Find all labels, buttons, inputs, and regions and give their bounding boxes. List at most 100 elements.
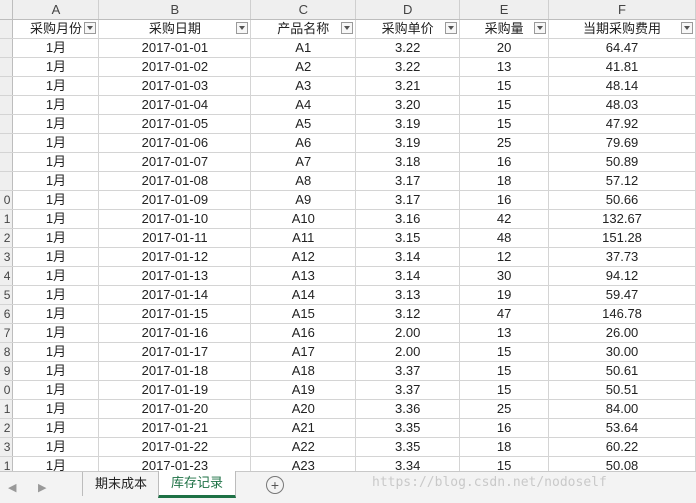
table-cell[interactable]: 1月 (12, 285, 100, 305)
row-number[interactable]: 3 (0, 247, 14, 267)
table-cell[interactable]: 3.14 (355, 266, 461, 286)
table-cell[interactable]: 1月 (12, 38, 100, 58)
table-cell[interactable]: A13 (250, 266, 357, 286)
row-number[interactable] (0, 133, 14, 153)
filter-dropdown-icon[interactable] (445, 22, 458, 34)
table-cell[interactable]: 1月 (12, 456, 100, 471)
table-cell[interactable]: 2017-01-12 (98, 247, 252, 267)
row-number[interactable]: 1 (0, 456, 14, 471)
table-cell[interactable]: 3.19 (355, 133, 461, 153)
table-cell[interactable]: 20 (459, 38, 550, 58)
filter-dropdown-icon[interactable] (681, 22, 693, 34)
table-cell[interactable]: 2017-01-01 (98, 38, 252, 58)
table-cell[interactable]: 15 (459, 114, 550, 134)
row-number[interactable]: 2 (0, 228, 14, 248)
table-cell[interactable]: 59.47 (548, 285, 696, 305)
table-cell[interactable]: 2017-01-07 (98, 152, 252, 172)
table-cell[interactable]: 3.12 (355, 304, 461, 324)
field-header-cell[interactable]: 采购月份 (12, 19, 100, 39)
table-cell[interactable]: A14 (250, 285, 357, 305)
table-cell[interactable]: A17 (250, 342, 357, 362)
table-cell[interactable]: 13 (459, 323, 550, 343)
table-cell[interactable]: 2017-01-08 (98, 171, 252, 191)
table-cell[interactable]: A4 (250, 95, 357, 115)
table-cell[interactable]: 1月 (12, 190, 100, 210)
table-cell[interactable]: 1月 (12, 133, 100, 153)
table-cell[interactable]: 2017-01-13 (98, 266, 252, 286)
table-cell[interactable]: 15 (459, 456, 550, 471)
table-cell[interactable]: 3.34 (355, 456, 461, 471)
table-cell[interactable]: 3.37 (355, 361, 461, 381)
table-cell[interactable]: 15 (459, 342, 550, 362)
field-header-cell[interactable]: 采购日期 (98, 19, 252, 39)
table-cell[interactable]: 25 (459, 133, 550, 153)
row-number[interactable] (0, 38, 14, 58)
table-cell[interactable]: 2017-01-09 (98, 190, 252, 210)
table-cell[interactable]: 3.35 (355, 418, 461, 438)
add-sheet-button[interactable]: + (266, 476, 284, 494)
table-cell[interactable]: A8 (250, 171, 357, 191)
field-header-cell[interactable]: 产品名称 (250, 19, 357, 39)
table-cell[interactable]: A20 (250, 399, 357, 419)
table-cell[interactable]: 1月 (12, 209, 100, 229)
table-cell[interactable]: 3.17 (355, 190, 461, 210)
table-cell[interactable]: 30.00 (548, 342, 696, 362)
table-cell[interactable]: 3.20 (355, 95, 461, 115)
table-cell[interactable]: 1月 (12, 304, 100, 324)
row-number[interactable]: 4 (0, 266, 14, 286)
column-header-d[interactable]: D (355, 0, 461, 20)
table-cell[interactable]: 26.00 (548, 323, 696, 343)
table-cell[interactable]: 48 (459, 228, 550, 248)
table-cell[interactable]: 79.69 (548, 133, 696, 153)
table-cell[interactable]: 2017-01-16 (98, 323, 252, 343)
table-cell[interactable]: 1月 (12, 323, 100, 343)
table-cell[interactable]: 15 (459, 76, 550, 96)
column-header-c[interactable]: C (250, 0, 357, 20)
table-cell[interactable]: 47.92 (548, 114, 696, 134)
row-number[interactable]: 1 (0, 209, 14, 229)
table-cell[interactable]: 3.36 (355, 399, 461, 419)
row-number[interactable]: 0 (0, 380, 14, 400)
table-cell[interactable]: 2017-01-22 (98, 437, 252, 457)
table-cell[interactable]: 1月 (12, 418, 100, 438)
table-cell[interactable]: 15 (459, 361, 550, 381)
table-cell[interactable]: 1月 (12, 57, 100, 77)
table-cell[interactable]: 2017-01-02 (98, 57, 252, 77)
table-cell[interactable]: 64.47 (548, 38, 696, 58)
field-header-cell[interactable]: 采购量 (459, 19, 550, 39)
table-cell[interactable]: 15 (459, 380, 550, 400)
table-cell[interactable]: 3.15 (355, 228, 461, 248)
table-cell[interactable]: 2.00 (355, 323, 461, 343)
table-cell[interactable]: A5 (250, 114, 357, 134)
table-cell[interactable]: 3.22 (355, 57, 461, 77)
column-header-e[interactable]: E (459, 0, 550, 20)
filter-dropdown-icon[interactable] (84, 22, 97, 34)
column-header-a[interactable]: A (12, 0, 100, 20)
column-header-f[interactable]: F (548, 0, 696, 20)
table-cell[interactable]: 50.89 (548, 152, 696, 172)
row-number[interactable]: 2 (0, 418, 14, 438)
tab-inventory-records[interactable]: 库存记录 (158, 471, 237, 498)
table-cell[interactable]: 1月 (12, 95, 100, 115)
table-cell[interactable]: A9 (250, 190, 357, 210)
table-cell[interactable]: 1月 (12, 114, 100, 134)
row-number[interactable]: 7 (0, 323, 14, 343)
table-cell[interactable]: 84.00 (548, 399, 696, 419)
table-cell[interactable]: 2017-01-04 (98, 95, 252, 115)
table-cell[interactable]: 25 (459, 399, 550, 419)
table-cell[interactable]: A10 (250, 209, 357, 229)
filter-dropdown-icon[interactable] (341, 22, 354, 34)
table-cell[interactable]: 18 (459, 437, 550, 457)
table-cell[interactable]: 13 (459, 57, 550, 77)
row-number[interactable] (0, 95, 14, 115)
table-cell[interactable]: 50.61 (548, 361, 696, 381)
table-cell[interactable]: A2 (250, 57, 357, 77)
table-cell[interactable]: 37.73 (548, 247, 696, 267)
filter-dropdown-icon[interactable] (236, 22, 249, 34)
table-cell[interactable]: 48.14 (548, 76, 696, 96)
row-number[interactable]: 0 (0, 190, 14, 210)
table-cell[interactable]: A22 (250, 437, 357, 457)
table-cell[interactable]: A1 (250, 38, 357, 58)
row-number[interactable]: 9 (0, 361, 14, 381)
table-cell[interactable]: 2017-01-23 (98, 456, 252, 471)
